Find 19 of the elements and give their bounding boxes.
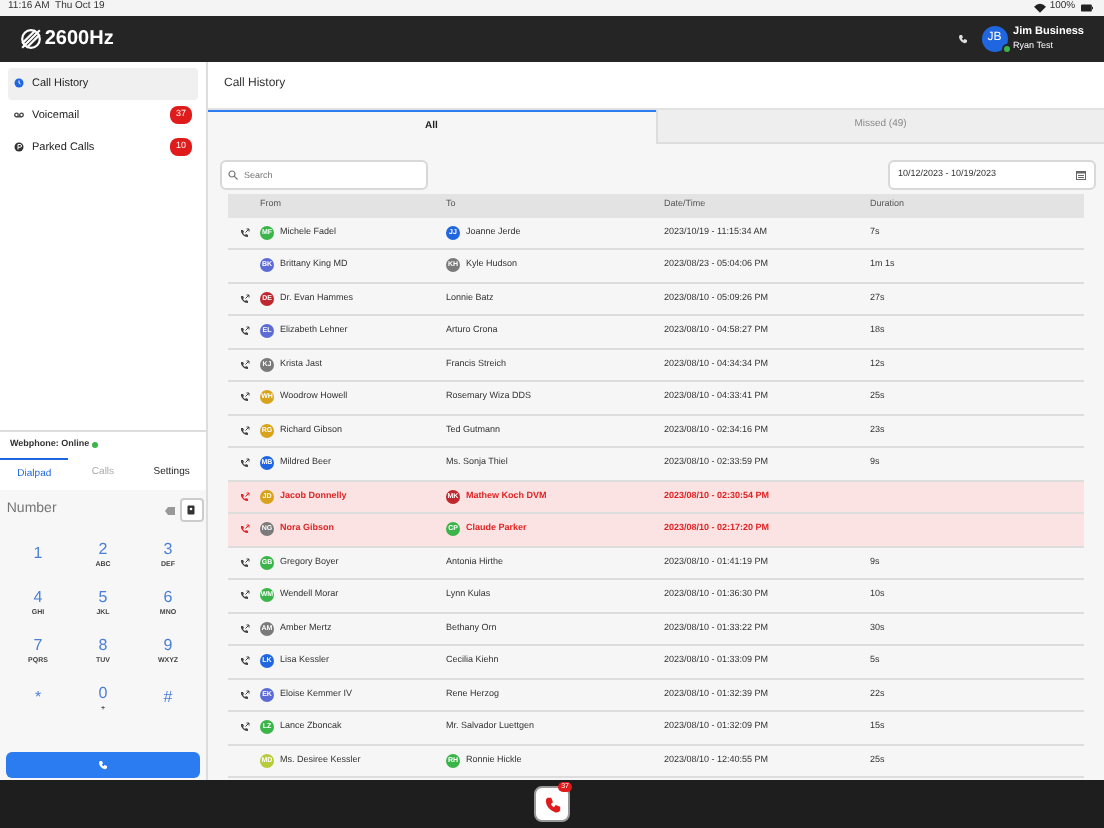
logo-text: 2600Hz xyxy=(44,26,114,54)
dial-key[interactable]: # xyxy=(135,674,201,723)
call-button[interactable] xyxy=(6,751,200,778)
wifi-icon xyxy=(1034,2,1047,14)
phone-icon xyxy=(98,759,108,770)
parked-icon xyxy=(14,142,24,153)
backspace-icon[interactable] xyxy=(164,505,177,516)
voicemail-icon xyxy=(14,110,24,121)
dial-key[interactable]: * xyxy=(5,674,71,723)
logo-icon xyxy=(20,28,42,50)
dial-key[interactable]: 1 xyxy=(5,530,71,579)
phone-icon[interactable] xyxy=(958,34,969,44)
phone-icon xyxy=(543,795,561,813)
search-icon xyxy=(228,169,238,179)
battery-icon xyxy=(1078,2,1096,14)
history-icon xyxy=(14,78,24,89)
contact-book-icon xyxy=(186,504,197,517)
contacts-button[interactable] xyxy=(179,498,204,523)
calendar-icon xyxy=(1076,169,1086,179)
